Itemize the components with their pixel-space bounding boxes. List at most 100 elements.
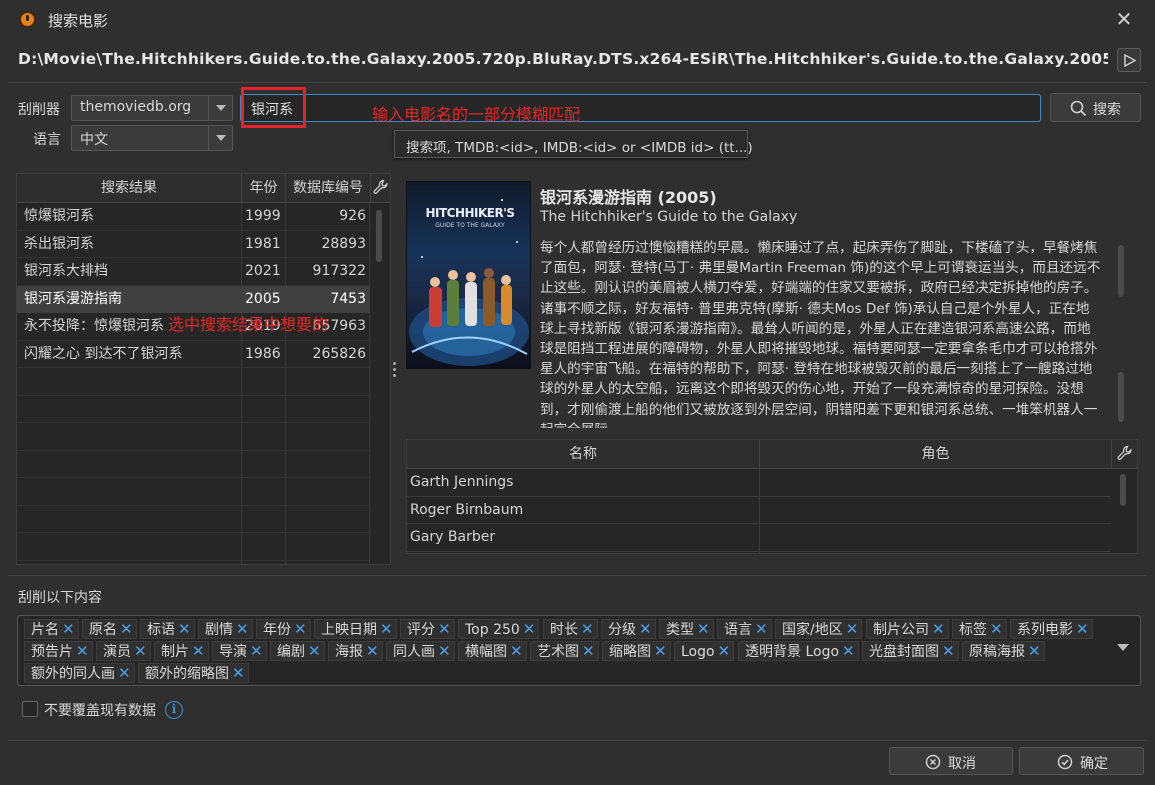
scrape-tag[interactable]: 演员 ✕ [96, 641, 151, 661]
remove-tag-icon[interactable]: ✕ [842, 642, 855, 660]
play-button[interactable] [1117, 48, 1141, 72]
plot-scrollbar-thumb[interactable] [1118, 245, 1124, 297]
ok-button[interactable]: 确定 [1019, 747, 1144, 775]
remove-tag-icon[interactable]: ✕ [118, 664, 131, 682]
remove-tag-icon[interactable]: ✕ [990, 620, 1003, 638]
remove-tag-icon[interactable]: ✕ [523, 620, 536, 638]
remove-tag-icon[interactable]: ✕ [438, 642, 451, 660]
scrape-tag[interactable]: 原稿海报 ✕ [962, 641, 1045, 661]
remove-tag-icon[interactable]: ✕ [366, 642, 379, 660]
remove-tag-icon[interactable]: ✕ [438, 620, 451, 638]
remove-tag-icon[interactable]: ✕ [294, 620, 307, 638]
scrape-tag[interactable]: 额外的同人画 ✕ [24, 663, 135, 683]
scrape-tag[interactable]: 制片 ✕ [154, 641, 209, 661]
column-settings-button[interactable] [370, 174, 390, 203]
scraper-select[interactable]: themoviedb.org [71, 95, 233, 121]
info-icon[interactable]: i [165, 701, 183, 719]
remove-tag-icon[interactable]: ✕ [178, 620, 191, 638]
remove-tag-icon[interactable]: ✕ [76, 642, 89, 660]
remove-tag-icon[interactable]: ✕ [654, 642, 667, 660]
remove-tag-icon[interactable]: ✕ [250, 642, 263, 660]
scrape-tag[interactable]: 时长 ✕ [543, 619, 598, 639]
remove-tag-icon[interactable]: ✕ [932, 620, 945, 638]
scrape-tag[interactable]: 标签 ✕ [952, 619, 1007, 639]
remove-tag-icon[interactable]: ✕ [581, 620, 594, 638]
table-row[interactable]: 杀出银河系 1981 28893 [17, 231, 369, 259]
remove-tag-icon[interactable]: ✕ [1076, 620, 1089, 638]
remove-tag-icon[interactable]: ✕ [846, 620, 859, 638]
remove-tag-icon[interactable]: ✕ [718, 642, 731, 660]
remove-tag-icon[interactable]: ✕ [62, 620, 75, 638]
cast-row[interactable]: Gary Barber [407, 524, 1111, 552]
scrape-tag[interactable]: 国家/地区 ✕ [775, 619, 863, 639]
cast-row[interactable]: Garth Jennings [407, 469, 1111, 497]
search-input[interactable] [240, 94, 1041, 122]
remove-tag-icon[interactable]: ✕ [120, 620, 133, 638]
remove-tag-icon[interactable]: ✕ [639, 620, 652, 638]
splitter-handle[interactable] [393, 361, 397, 379]
remove-tag-icon[interactable]: ✕ [192, 642, 205, 660]
scrape-tag[interactable]: 同人画 ✕ [386, 641, 455, 661]
scrape-tag[interactable]: 编剧 ✕ [270, 641, 325, 661]
no-overwrite-label[interactable]: 不要覆盖现有数据 [44, 700, 156, 720]
remove-tag-icon[interactable]: ✕ [755, 620, 768, 638]
scrape-tag[interactable]: 光盘封面图 ✕ [862, 641, 959, 661]
scrape-tag-label: 额外的缩略图 [145, 666, 229, 682]
scrape-tag[interactable]: 评分 ✕ [400, 619, 455, 639]
scrape-tag[interactable]: 导演 ✕ [212, 641, 267, 661]
scrape-tag[interactable]: Logo ✕ [674, 641, 735, 661]
remove-tag-icon[interactable]: ✕ [308, 642, 321, 660]
remove-tag-icon[interactable]: ✕ [582, 642, 595, 660]
remove-tag-icon[interactable]: ✕ [1028, 642, 1041, 660]
col-header-title[interactable]: 搜索结果 [17, 174, 241, 203]
remove-tag-icon[interactable]: ✕ [697, 620, 710, 638]
scrape-tag-label: 艺术图 [537, 644, 579, 660]
scrape-tag[interactable]: 分级 ✕ [601, 619, 656, 639]
cancel-button[interactable]: 取消 [889, 747, 1013, 775]
col-header-year[interactable]: 年份 [241, 174, 285, 203]
scrape-tag[interactable]: 片名 ✕ [24, 619, 79, 639]
table-row[interactable]: 银河系大排档 2021 917322 [17, 258, 369, 286]
scrape-tag[interactable]: 制片公司 ✕ [866, 619, 949, 639]
scrape-tag[interactable]: 透明背景 Logo ✕ [738, 641, 859, 661]
chevron-down-icon[interactable] [1117, 644, 1129, 651]
annotation-highlight-box [241, 87, 306, 128]
scrape-tag[interactable]: 上映日期 ✕ [314, 619, 397, 639]
scrape-tag[interactable]: Top 250 ✕ [458, 619, 540, 639]
cast-header-role[interactable]: 角色 [759, 440, 1111, 469]
cast-header-name[interactable]: 名称 [407, 440, 759, 469]
cast-row[interactable]: Roger Birnbaum [407, 497, 1111, 524]
remove-tag-icon[interactable]: ✕ [232, 664, 245, 682]
table-row[interactable]: 银河系漫游指南 2005 7453 [17, 285, 369, 313]
remove-tag-icon[interactable]: ✕ [510, 642, 523, 660]
remove-tag-icon[interactable]: ✕ [134, 642, 147, 660]
col-header-db-id[interactable]: 数据库编号 [285, 174, 370, 203]
scrape-tag[interactable]: 标语 ✕ [140, 619, 195, 639]
scrape-tag[interactable]: 海报 ✕ [328, 641, 383, 661]
remove-tag-icon[interactable]: ✕ [942, 642, 955, 660]
cast-scrollbar-thumb[interactable] [1120, 474, 1126, 506]
table-row[interactable]: 闪耀之心 到达不了银河系 1986 265826 [17, 341, 369, 369]
scrape-tag[interactable]: 剧情 ✕ [198, 619, 253, 639]
search-button[interactable]: 搜索 [1050, 93, 1141, 122]
results-scrollbar-thumb[interactable] [376, 210, 382, 262]
scrape-tag[interactable]: 横幅图 ✕ [458, 641, 527, 661]
no-overwrite-checkbox[interactable] [22, 701, 38, 717]
scrape-tag[interactable]: 额外的缩略图 ✕ [138, 663, 249, 683]
plot-scrollbar-thumb-2[interactable] [1118, 372, 1124, 422]
scrape-tag[interactable]: 系列电影 ✕ [1010, 619, 1093, 639]
scrape-tag[interactable]: 年份 ✕ [256, 619, 311, 639]
row-divider [17, 532, 369, 533]
scrape-tag[interactable]: 语言 ✕ [717, 619, 772, 639]
table-row[interactable]: 惊爆银河系 1999 926 [17, 203, 369, 231]
scrape-tag[interactable]: 艺术图 ✕ [530, 641, 599, 661]
scrape-tag[interactable]: 缩略图 ✕ [602, 641, 671, 661]
scrape-tag[interactable]: 原名 ✕ [82, 619, 137, 639]
close-icon[interactable]: ✕ [1113, 6, 1135, 32]
language-select[interactable]: 中文 [71, 125, 233, 151]
remove-tag-icon[interactable]: ✕ [236, 620, 249, 638]
scrape-tag[interactable]: 预告片 ✕ [24, 641, 93, 661]
remove-tag-icon[interactable]: ✕ [380, 620, 393, 638]
scrape-tag[interactable]: 类型 ✕ [659, 619, 714, 639]
cast-settings-button[interactable] [1111, 440, 1137, 469]
